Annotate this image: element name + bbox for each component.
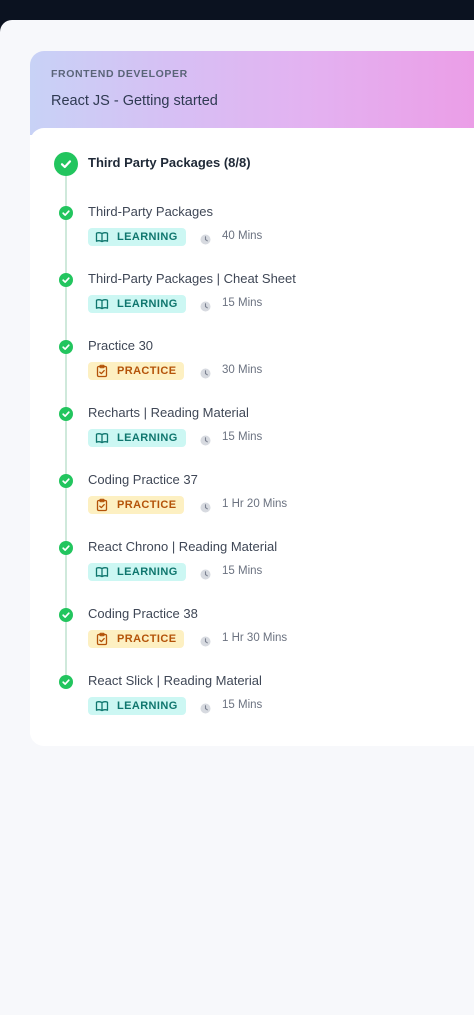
clock-icon [200,299,211,312]
learning-badge: LEARNING [88,697,186,715]
clock-icon [200,567,211,580]
screen: FRONTEND DEVELOPER React JS - Getting st… [0,20,474,1015]
item-complete-check-icon [59,541,73,555]
clock-icon [200,500,211,513]
learning-badge: LEARNING [88,228,186,246]
module-complete-check-icon [54,152,78,176]
learning-badge: LEARNING [88,295,186,313]
item-complete-check-icon [59,407,73,421]
learning-badge: LEARNING [88,563,186,581]
item-title[interactable]: React Chrono | Reading Material [88,539,277,554]
badge-label: LEARNING [117,566,178,578]
module-title[interactable]: Third Party Packages (8/8) [88,155,251,170]
practice-badge: PRACTICE [88,630,185,648]
practice-badge: PRACTICE [88,496,185,514]
item-title[interactable]: Coding Practice 38 [88,606,198,621]
book-icon [95,230,109,244]
book-icon [95,565,109,579]
module-item[interactable]: Practice 30 PRACTICE 30 Mins [30,338,474,398]
duration-text: 1 Hr 30 Mins [222,632,288,644]
course-banner: FRONTEND DEVELOPER React JS - Getting st… [30,51,474,135]
item-complete-check-icon [59,474,73,488]
duration-text: 30 Mins [222,364,263,376]
practice-badge: PRACTICE [88,362,185,380]
book-icon [95,699,109,713]
course-card: FRONTEND DEVELOPER React JS - Getting st… [30,51,474,746]
book-icon [95,431,109,445]
duration-text: 15 Mins [222,699,263,711]
duration-text: 15 Mins [222,431,263,443]
duration-text: 40 Mins [222,230,263,242]
module-item[interactable]: Coding Practice 37 PRACTICE 1 Hr 20 Mins [30,472,474,532]
clock-icon [200,232,211,245]
item-complete-check-icon [59,273,73,287]
book-icon [95,297,109,311]
clipboard-check-icon [95,632,109,646]
badge-label: LEARNING [117,700,178,712]
item-title[interactable]: React Slick | Reading Material [88,673,262,688]
module-item[interactable]: React Slick | Reading Material LEARNING 15… [30,673,474,733]
badge-label: LEARNING [117,231,178,243]
module-item[interactable]: React Chrono | Reading Material LEARNING 1… [30,539,474,599]
item-complete-check-icon [59,206,73,220]
item-complete-check-icon [59,675,73,689]
item-title[interactable]: Coding Practice 37 [88,472,198,487]
module-item[interactable]: Coding Practice 38 PRACTICE 1 Hr 30 Mins [30,606,474,666]
badge-label: LEARNING [117,432,178,444]
course-title[interactable]: React JS - Getting started [51,93,218,109]
item-title[interactable]: Practice 30 [88,338,153,353]
item-complete-check-icon [59,608,73,622]
item-title[interactable]: Recharts | Reading Material [88,405,249,420]
clipboard-check-icon [95,498,109,512]
item-title[interactable]: Third-Party Packages | Cheat Sheet [88,271,296,286]
badge-label: LEARNING [117,298,178,310]
duration-text: 15 Mins [222,565,263,577]
clock-icon [200,634,211,647]
item-complete-check-icon [59,340,73,354]
clock-icon [200,701,211,714]
badge-label: PRACTICE [117,365,177,377]
duration-text: 15 Mins [222,297,263,309]
badge-label: PRACTICE [117,499,177,511]
clock-icon [200,366,211,379]
track-label: FRONTEND DEVELOPER [51,68,188,80]
module-item[interactable]: Third-Party Packages LEARNING 40 Mins [30,204,474,264]
item-title[interactable]: Third-Party Packages [88,204,213,219]
module-item[interactable]: Recharts | Reading Material LEARNING 15 Mi… [30,405,474,465]
duration-text: 1 Hr 20 Mins [222,498,288,510]
badge-label: PRACTICE [117,633,177,645]
learning-badge: LEARNING [88,429,186,447]
clock-icon [200,433,211,446]
module-item[interactable]: Third-Party Packages | Cheat Sheet LEARNI… [30,271,474,331]
clipboard-check-icon [95,364,109,378]
